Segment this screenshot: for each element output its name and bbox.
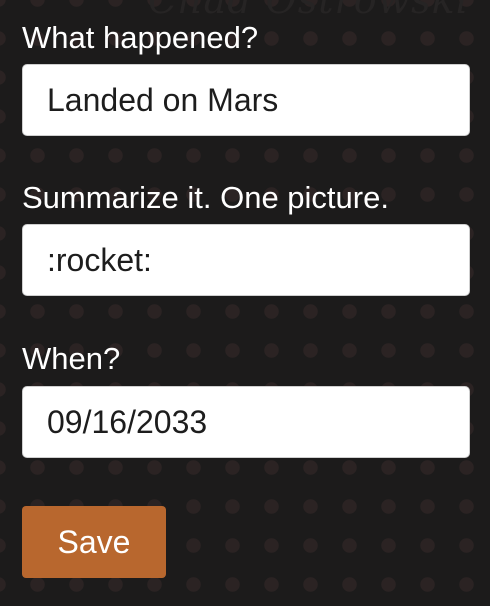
save-button[interactable]: Save (22, 506, 166, 578)
what-happened-input[interactable] (22, 64, 470, 136)
summary-input[interactable] (22, 224, 470, 296)
summary-label: Summarize it. One picture. (22, 180, 389, 215)
date-input[interactable] (22, 386, 470, 458)
author-watermark: Chad Ostrowski (148, 0, 469, 22)
when-label: When? (22, 341, 121, 376)
what-happened-label: What happened? (22, 20, 259, 55)
